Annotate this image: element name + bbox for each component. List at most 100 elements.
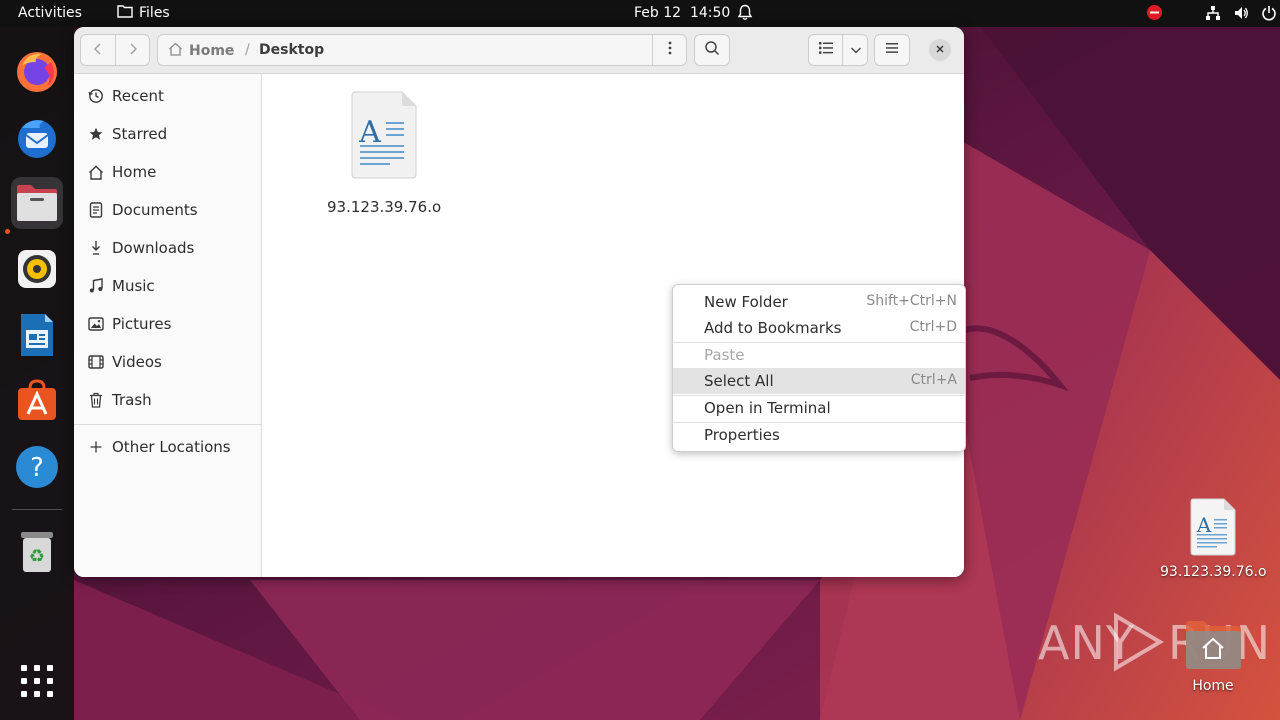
sidebar-item-pictures[interactable]: Pictures [74, 305, 262, 343]
path-menu-button[interactable] [652, 35, 686, 65]
breadcrumb-home-label: Home [189, 43, 235, 59]
folder-icon [117, 4, 133, 22]
close-button[interactable] [929, 39, 951, 61]
dock: ? ♻ [0, 27, 74, 720]
menu-item-label: Open in Terminal [704, 399, 831, 417]
navigation-buttons [80, 34, 150, 66]
file-name: 93.123.39.76.o [1160, 564, 1267, 580]
chevron-right-icon [128, 41, 138, 60]
sidebar-item-other-locations[interactable]: Other Locations [74, 428, 262, 466]
svg-text:A: A [358, 115, 381, 150]
app-menu[interactable]: Files [117, 4, 170, 22]
home-icon [88, 164, 104, 180]
menu-item-select-all[interactable]: Select All Ctrl+A [673, 368, 965, 394]
firefox-icon[interactable] [11, 45, 63, 97]
menu-item-open-in-terminal[interactable]: Open in Terminal [673, 395, 965, 421]
view-dropdown-button[interactable] [843, 35, 869, 65]
text-document-icon: A [348, 90, 420, 184]
app-center-icon[interactable] [11, 375, 63, 427]
no-entry-icon [1146, 4, 1163, 25]
network-icon [1205, 5, 1221, 25]
sidebar-item-videos[interactable]: Videos [74, 343, 262, 381]
sidebar-item-trash[interactable]: Trash [74, 381, 262, 419]
back-button[interactable] [81, 35, 115, 65]
sidebar-item-label: Downloads [112, 239, 195, 257]
sidebar-divider [74, 424, 262, 425]
activities-button[interactable]: Activities [18, 5, 82, 21]
help-icon[interactable]: ? [11, 441, 63, 493]
sidebar-item-label: Home [112, 163, 157, 181]
close-icon [935, 43, 945, 57]
top-bar: Activities Files Feb 12 14:50 [0, 0, 1280, 27]
bell-icon[interactable] [737, 4, 753, 25]
header-bar: Home / Desktop [74, 27, 964, 74]
menu-item-paste[interactable]: Paste [673, 342, 965, 368]
picture-icon [88, 316, 104, 332]
list-view-icon [818, 42, 833, 58]
breadcrumb-current[interactable]: Desktop [259, 42, 324, 58]
clock-icon [88, 88, 104, 104]
menu-item-label: Add to Bookmarks [704, 319, 842, 337]
menu-item-label: Properties [704, 426, 780, 444]
desktop-home-item[interactable]: Home [1180, 618, 1246, 698]
svg-text:A: A [1196, 513, 1212, 537]
sidebar-item-label: Trash [112, 391, 152, 409]
hamburger-icon [885, 42, 899, 58]
libreoffice-writer-icon[interactable] [11, 309, 63, 361]
breadcrumb-separator: / [245, 42, 250, 58]
main-menu-button[interactable] [874, 34, 910, 66]
sidebar-item-home[interactable]: Home [74, 153, 262, 191]
dock-separator [12, 509, 62, 510]
active-indicator [5, 229, 10, 234]
sidebar-item-music[interactable]: Music [74, 267, 262, 305]
menu-item-add-to-bookmarks[interactable]: Add to Bookmarks Ctrl+D [673, 315, 965, 341]
file-name: 93.123.39.76.o [327, 198, 442, 216]
svg-text:♻: ♻ [29, 546, 45, 567]
document-icon [88, 202, 104, 218]
music-icon [88, 278, 104, 294]
sidebar-item-label: Recent [112, 87, 164, 105]
show-apps-icon[interactable] [11, 655, 63, 707]
menu-item-label: Paste [704, 346, 745, 364]
search-button[interactable] [694, 34, 730, 66]
chevron-left-icon [93, 41, 103, 60]
trash-icon [88, 392, 104, 408]
trash-icon[interactable]: ♻ [11, 525, 63, 577]
sidebar-item-label: Documents [112, 201, 198, 219]
menu-item-shortcut: Ctrl+D [909, 319, 957, 335]
list-view-button[interactable] [809, 35, 842, 65]
menu-item-properties[interactable]: Properties [673, 422, 965, 448]
chevron-down-icon [850, 42, 862, 58]
system-tray[interactable] [1146, 4, 1277, 25]
files-icon[interactable] [11, 177, 63, 229]
vertical-dots-icon [668, 41, 672, 59]
play-triangle-icon [1108, 612, 1168, 676]
desktop-file-item[interactable]: A 93.123.39.76.o [1160, 498, 1267, 588]
power-icon [1261, 5, 1277, 25]
sidebar-item-recent[interactable]: Recent [74, 77, 262, 115]
plus-icon [88, 439, 104, 455]
app-menu-label: Files [139, 5, 170, 21]
menu-item-shortcut: Shift+Ctrl+N [866, 293, 957, 309]
forward-button[interactable] [116, 35, 150, 65]
menu-item-label: New Folder [704, 293, 788, 311]
sidebar-item-starred[interactable]: Starred [74, 115, 262, 153]
video-icon [88, 354, 104, 370]
rhythmbox-icon[interactable] [11, 243, 63, 295]
sidebar-item-label: Other Locations [112, 438, 231, 456]
menu-item-new-folder[interactable]: New Folder Shift+Ctrl+N [673, 289, 965, 315]
menu-item-label: Select All [704, 372, 774, 390]
svg-text:?: ? [30, 453, 44, 483]
sidebar-item-downloads[interactable]: Downloads [74, 229, 262, 267]
home-icon [168, 42, 183, 60]
star-icon [88, 126, 104, 142]
download-icon [88, 240, 104, 256]
home-folder-icon [1184, 618, 1242, 674]
context-menu: New Folder Shift+Ctrl+N Add to Bookmarks… [672, 284, 966, 452]
menu-item-shortcut: Ctrl+A [910, 372, 957, 388]
sidebar-item-documents[interactable]: Documents [74, 191, 262, 229]
volume-icon [1233, 5, 1249, 25]
thunderbird-icon[interactable] [11, 111, 63, 163]
breadcrumb-home[interactable]: Home [168, 42, 234, 60]
clock[interactable]: Feb 12 14:50 [634, 5, 730, 21]
